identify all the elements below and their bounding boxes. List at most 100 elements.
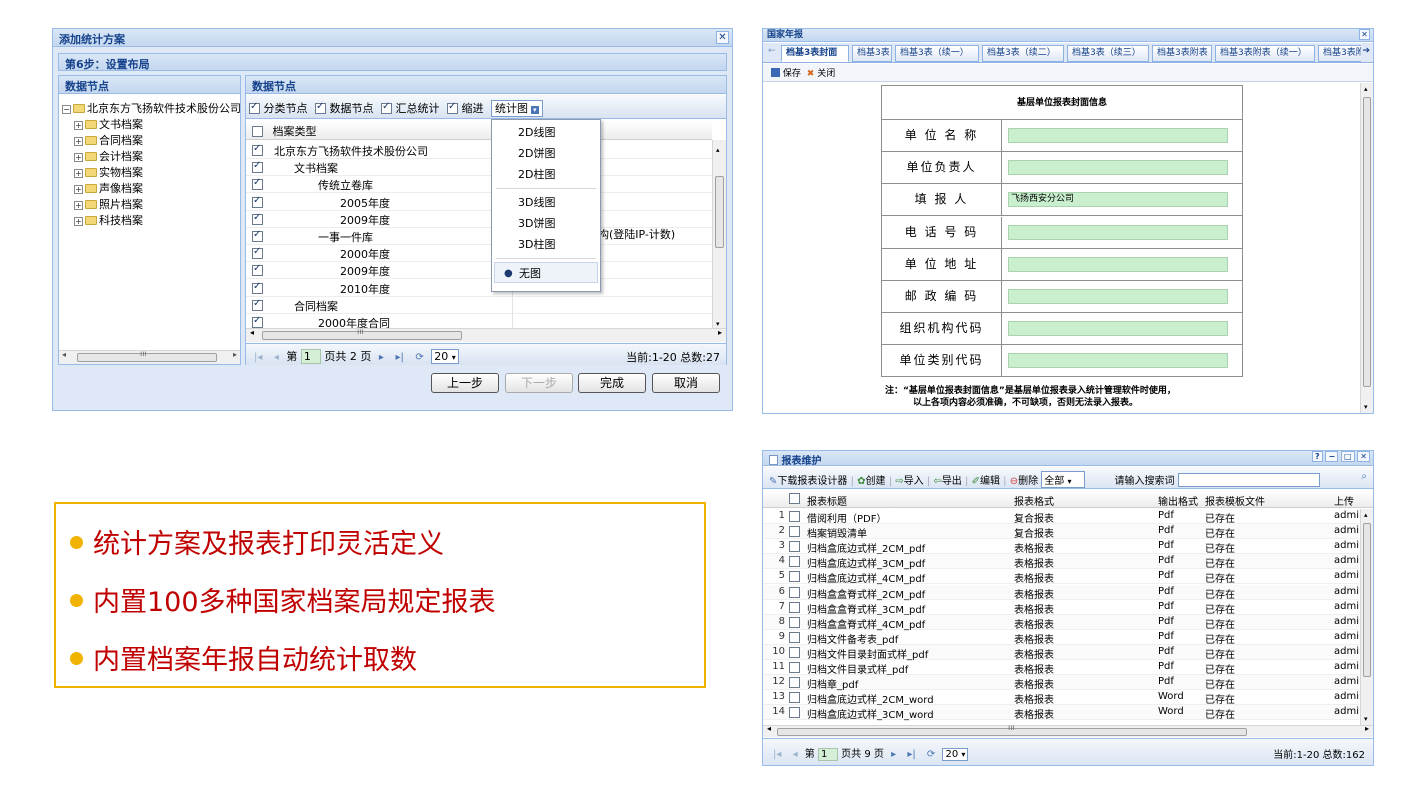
data-node-checkbox[interactable]: [315, 101, 326, 114]
edit-button[interactable]: 编辑: [980, 476, 1000, 487]
expand-icon[interactable]: +: [74, 201, 83, 210]
delete-button[interactable]: 删除: [1018, 476, 1038, 487]
expand-icon[interactable]: +: [74, 185, 83, 194]
table-row[interactable]: 1 借阅利用（PDF） 复合报表 Pdf 已存在 admi: [763, 509, 1359, 525]
row-checkbox[interactable]: [252, 212, 263, 225]
grid-row[interactable]: 2000年度: [246, 245, 712, 263]
tab-4[interactable]: 档基3表（续三）: [1067, 45, 1149, 62]
summary-checkbox[interactable]: [381, 101, 392, 114]
column-output[interactable]: 输出格式: [1158, 493, 1198, 508]
expand-icon[interactable]: +: [74, 153, 83, 162]
tree-node[interactable]: + 合同档案: [62, 132, 240, 148]
category-node-checkbox[interactable]: [249, 101, 260, 114]
tree-root[interactable]: − 北京东方飞扬软件技术股份公司: [62, 100, 240, 116]
chart-option[interactable]: 3D饼图: [492, 213, 600, 234]
grid-row[interactable]: 2009年度: [246, 262, 712, 280]
column-title[interactable]: 报表标题: [807, 493, 847, 508]
scroll-thumb[interactable]: ııı: [262, 327, 462, 340]
chart-option[interactable]: 2D饼图: [492, 143, 600, 164]
chart-option[interactable]: 3D柱图: [492, 234, 600, 255]
close-icon[interactable]: ✕: [1359, 29, 1370, 40]
tree-node[interactable]: + 会计档案: [62, 148, 240, 164]
row-checkbox[interactable]: [789, 556, 800, 568]
page-number-input[interactable]: 1: [817, 748, 838, 761]
tree-node[interactable]: + 实物档案: [62, 164, 240, 180]
chart-menu-button[interactable]: 统计图 ▾: [491, 100, 543, 117]
maximize-icon[interactable]: □: [1340, 451, 1355, 462]
grid-row[interactable]: 2000年度合同: [246, 314, 712, 328]
field-input[interactable]: [1008, 160, 1228, 176]
table-row[interactable]: 8 归档盒盒脊式样_4CM_pdf 表格报表 Pdf 已存在 admi: [763, 614, 1359, 631]
field-input[interactable]: [1008, 224, 1228, 240]
row-checkbox[interactable]: [789, 662, 800, 673]
row-checkbox[interactable]: [789, 571, 800, 583]
row-checkbox[interactable]: [789, 541, 800, 553]
wizard-title-bar[interactable]: 添加统计方案 ✕: [53, 29, 732, 47]
page-size-select[interactable]: 20 ▾: [431, 349, 459, 364]
select-all-checkbox[interactable]: [789, 493, 800, 504]
field-input[interactable]: [1008, 289, 1228, 304]
tab-3[interactable]: 档基3表（续二）: [982, 45, 1064, 62]
scroll-left-icon[interactable]: ◂: [62, 350, 66, 359]
field-input[interactable]: 飞扬西安分公司: [1008, 192, 1228, 208]
table-row[interactable]: 9 归档文件备考表_pdf 表格报表 Pdf 已存在 admi: [763, 630, 1359, 646]
grid-vertical-scrollbar[interactable]: ▴ ▾: [712, 140, 726, 330]
field-input[interactable]: [1008, 128, 1228, 143]
row-checkbox[interactable]: [252, 298, 263, 311]
save-button[interactable]: 保存: [783, 69, 801, 79]
row-checkbox[interactable]: [252, 229, 263, 242]
tree-node[interactable]: + 科技档案: [62, 212, 240, 228]
scroll-thumb[interactable]: ııı: [777, 723, 1247, 736]
table-row[interactable]: 13 归档盒底边式样_2CM_word 表格报表 Word 已存在 admi: [763, 690, 1359, 706]
annual-title-bar[interactable]: 国家年报 ✕: [763, 29, 1373, 42]
tree-node[interactable]: + 文书档案: [62, 116, 240, 132]
grid-row[interactable]: 合同档案: [246, 296, 712, 314]
prev-page-icon[interactable]: ◂: [793, 749, 798, 760]
last-page-icon[interactable]: ▸|: [907, 749, 915, 760]
row-checkbox[interactable]: [789, 616, 800, 628]
scroll-thumb[interactable]: ııı: [77, 349, 217, 362]
next-page-icon[interactable]: ▸: [891, 749, 896, 760]
table-row[interactable]: 4 归档盒底边式样_3CM_pdf 表格报表 Pdf 已存在 admi: [763, 554, 1359, 570]
create-button[interactable]: 创建: [866, 476, 886, 487]
export-button[interactable]: 导出: [942, 476, 962, 487]
scroll-up-icon[interactable]: ▴: [1364, 85, 1368, 93]
import-button[interactable]: 导入: [904, 476, 924, 487]
row-checkbox[interactable]: [789, 692, 800, 704]
expand-icon[interactable]: +: [74, 121, 83, 130]
row-checkbox[interactable]: [252, 195, 263, 208]
chart-option[interactable]: 3D线图: [492, 192, 600, 213]
row-checkbox[interactable]: [789, 511, 800, 522]
close-button[interactable]: 关闭: [817, 69, 835, 79]
scroll-down-icon[interactable]: ▾: [716, 320, 720, 328]
tab-5[interactable]: 档基3表附表: [1152, 45, 1212, 62]
table-row[interactable]: 5 归档盒底边式样_4CM_pdf 表格报表 Pdf 已存在 admi: [763, 569, 1359, 585]
row-checkbox[interactable]: [252, 177, 263, 191]
tree-node[interactable]: + 声像档案: [62, 180, 240, 196]
page-size-select[interactable]: 20 ▾: [942, 748, 969, 761]
scroll-down-icon[interactable]: ▾: [1364, 403, 1368, 411]
next-step-button[interactable]: 下一步: [505, 373, 573, 393]
prev-page-icon[interactable]: ◂: [274, 352, 279, 363]
refresh-icon[interactable]: ⟳: [415, 352, 423, 363]
expand-icon[interactable]: +: [74, 169, 83, 178]
next-page-icon[interactable]: ▸: [379, 352, 384, 363]
column-upload[interactable]: 上传: [1334, 493, 1354, 508]
scroll-right-icon[interactable]: ▸: [718, 328, 722, 337]
minimize-icon[interactable]: −: [1325, 451, 1339, 462]
tab-scroll-right-icon[interactable]: ➔: [1362, 46, 1370, 56]
row-checkbox[interactable]: [252, 315, 263, 328]
grid-row[interactable]: 2010年度: [246, 279, 712, 297]
chart-option[interactable]: 2D线图: [492, 122, 600, 143]
collapse-icon[interactable]: −: [62, 105, 71, 114]
tree-node[interactable]: + 照片档案: [62, 196, 240, 212]
tree-horizontal-scrollbar[interactable]: ◂ ııı ▸: [59, 349, 240, 364]
indent-checkbox[interactable]: [447, 101, 458, 114]
tab-0[interactable]: 档基3表封面: [781, 45, 849, 62]
report-title-bar[interactable]: 报表维护 ? − □ ✕: [763, 451, 1373, 467]
search-input[interactable]: [1177, 473, 1320, 487]
field-input[interactable]: [1008, 256, 1228, 272]
first-page-icon[interactable]: |◂: [254, 352, 262, 363]
close-icon[interactable]: ✕: [1357, 451, 1370, 462]
cancel-button[interactable]: 取消: [652, 373, 720, 393]
